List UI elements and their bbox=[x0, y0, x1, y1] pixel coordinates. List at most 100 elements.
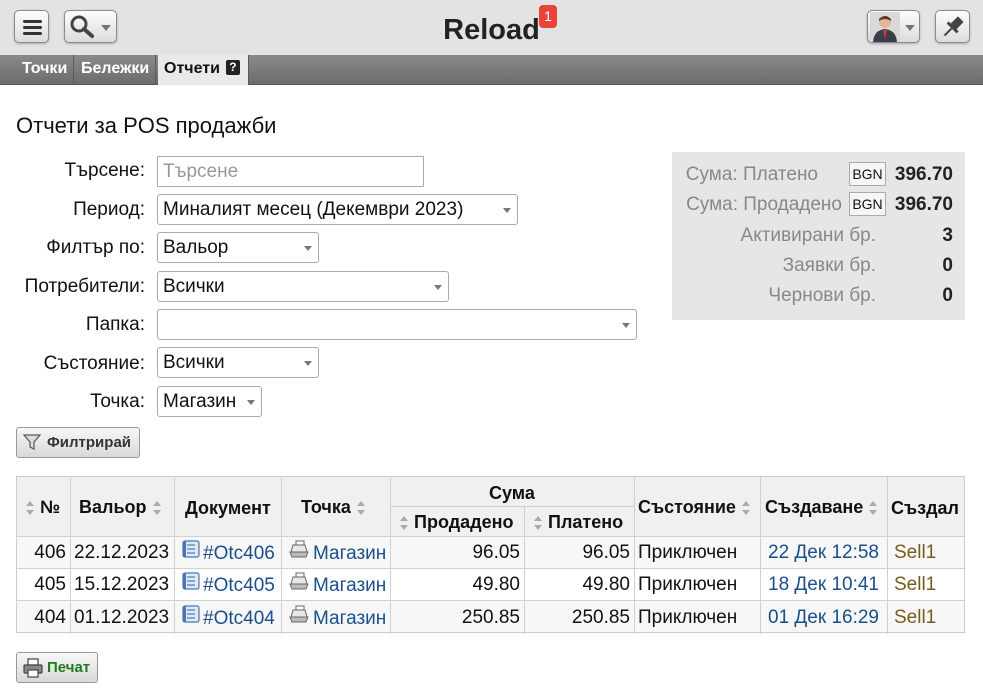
header-label: Състояние bbox=[638, 497, 736, 517]
column-divider bbox=[760, 477, 761, 634]
receipt-icon bbox=[182, 605, 200, 629]
column-header-created[interactable]: Създаване bbox=[765, 497, 878, 518]
user-link[interactable]: Sell1 bbox=[894, 607, 936, 629]
printer-icon bbox=[23, 658, 43, 678]
row-divider bbox=[17, 600, 964, 601]
filter-button[interactable]: Филтрирай bbox=[16, 427, 140, 458]
point-link[interactable]: Магазин bbox=[288, 605, 387, 631]
sort-icon bbox=[741, 501, 751, 516]
receipt-icon bbox=[182, 572, 200, 596]
column-header-num[interactable]: № bbox=[25, 497, 60, 518]
cell-num: 405 bbox=[34, 574, 66, 595]
period-value: Миналият месец (Декември 2023) bbox=[163, 199, 464, 220]
created-link[interactable]: 01 Дек 16:29 bbox=[768, 607, 879, 629]
cell-sold: 49.80 bbox=[472, 574, 520, 595]
app-title[interactable]: Reload bbox=[0, 14, 983, 47]
column-header-amount: Сума bbox=[489, 483, 535, 504]
header-label: Документ bbox=[185, 498, 271, 518]
summary-paid-value: 396.70 bbox=[894, 164, 953, 185]
folder-select[interactable] bbox=[157, 309, 637, 340]
point-label: Магазин bbox=[313, 608, 387, 630]
column-header-paid[interactable]: Платено bbox=[533, 512, 623, 533]
cell-sold: 250.85 bbox=[461, 607, 520, 628]
period-label: Период: bbox=[73, 199, 145, 220]
column-header-valor[interactable]: Вальор bbox=[79, 497, 162, 518]
tab-points[interactable]: Точки bbox=[16, 55, 75, 85]
period-select[interactable]: Миналият месец (Декември 2023) bbox=[157, 194, 518, 225]
header-label: № bbox=[40, 497, 61, 517]
header-label: Вальор bbox=[79, 497, 147, 517]
page-title: Отчети за POS продажби bbox=[16, 113, 277, 138]
receipt-icon bbox=[182, 540, 200, 564]
column-header-sold[interactable]: Продадено bbox=[399, 512, 513, 533]
cash-register-icon bbox=[288, 572, 310, 596]
column-divider bbox=[887, 477, 888, 634]
sort-icon bbox=[868, 501, 878, 516]
cell-state: Приключен bbox=[638, 607, 738, 628]
point-select[interactable]: Магазин bbox=[157, 386, 262, 417]
point-link[interactable]: Магазин bbox=[288, 572, 387, 598]
row-divider bbox=[390, 506, 634, 507]
tab-label: Точки bbox=[22, 60, 68, 77]
summary-activated-row: Активирани бр. 3 bbox=[672, 221, 965, 251]
funnel-icon bbox=[23, 434, 41, 450]
created-link[interactable]: 18 Дек 10:41 bbox=[768, 574, 879, 596]
avatar bbox=[870, 12, 915, 42]
search-input[interactable]: Търсене bbox=[157, 156, 424, 187]
cell-state: Приключен bbox=[638, 542, 738, 563]
column-divider bbox=[174, 477, 175, 634]
summary-requests-row: Заявки бр. 0 bbox=[672, 251, 965, 281]
filter-by-label: Филтър по: bbox=[46, 237, 145, 258]
document-link[interactable]: #Otc405 bbox=[182, 572, 275, 598]
tab-bar: Точки Бележки Отчети? bbox=[0, 55, 983, 85]
column-divider bbox=[70, 477, 71, 634]
pin-icon bbox=[943, 16, 964, 37]
tab-label: Бележки bbox=[81, 60, 150, 77]
document-link[interactable]: #Otc406 bbox=[182, 540, 275, 566]
column-header-document: Документ bbox=[185, 498, 271, 519]
currency-badge: BGN bbox=[849, 162, 886, 186]
summary-drafts-value: 0 bbox=[942, 285, 953, 306]
users-select[interactable]: Всички bbox=[157, 271, 449, 302]
summary-drafts-row: Чернови бр. 0 bbox=[672, 281, 965, 311]
summary-activated-value: 3 bbox=[942, 225, 953, 246]
document-link[interactable]: #Otc404 bbox=[182, 605, 275, 631]
summary-paid-row: Сума: Платено BGN 396.70 bbox=[672, 160, 965, 190]
tab-receipts[interactable]: Бележки bbox=[75, 55, 157, 85]
user-link[interactable]: Sell1 bbox=[894, 542, 936, 564]
point-link[interactable]: Магазин bbox=[288, 540, 387, 566]
filter-by-select[interactable]: Вальор bbox=[157, 232, 319, 263]
cash-register-icon bbox=[288, 540, 310, 564]
column-divider bbox=[524, 506, 525, 634]
cell-sold: 96.05 bbox=[472, 542, 520, 563]
chevron-down-icon bbox=[434, 285, 442, 290]
cell-paid: 49.80 bbox=[582, 574, 630, 595]
column-header-created-by: Създал bbox=[891, 498, 959, 519]
summary-requests-label: Заявки бр. bbox=[782, 255, 876, 276]
state-value: Всички bbox=[163, 352, 225, 373]
user-link[interactable]: Sell1 bbox=[894, 574, 936, 596]
print-button[interactable]: Печат bbox=[16, 652, 98, 683]
header-label: Платено bbox=[548, 512, 624, 532]
point-value: Магазин bbox=[163, 391, 237, 412]
cell-num: 404 bbox=[34, 607, 66, 628]
help-icon[interactable]: ? bbox=[225, 60, 240, 76]
cell-num: 406 bbox=[34, 542, 66, 563]
column-header-state[interactable]: Състояние bbox=[638, 497, 751, 518]
row-divider bbox=[17, 568, 964, 569]
point-label: Магазин bbox=[313, 575, 387, 597]
pin-button[interactable] bbox=[935, 10, 970, 43]
summary-sold-value: 396.70 bbox=[894, 194, 953, 215]
summary-sold-label: Сума: Продадено bbox=[686, 194, 842, 215]
currency-badge: BGN bbox=[849, 192, 886, 216]
document-label: #Otc405 bbox=[203, 575, 275, 597]
user-menu-button[interactable] bbox=[867, 10, 920, 43]
point-label: Магазин bbox=[313, 543, 387, 565]
notification-badge[interactable]: 1 bbox=[539, 5, 557, 28]
state-select[interactable]: Всички bbox=[157, 347, 319, 378]
column-header-point[interactable]: Точка bbox=[301, 497, 366, 518]
cell-valor: 22.12.2023 bbox=[74, 542, 170, 563]
tab-reports[interactable]: Отчети? bbox=[158, 55, 249, 85]
created-link[interactable]: 22 Дек 12:58 bbox=[768, 542, 879, 564]
sort-icon bbox=[356, 501, 366, 516]
